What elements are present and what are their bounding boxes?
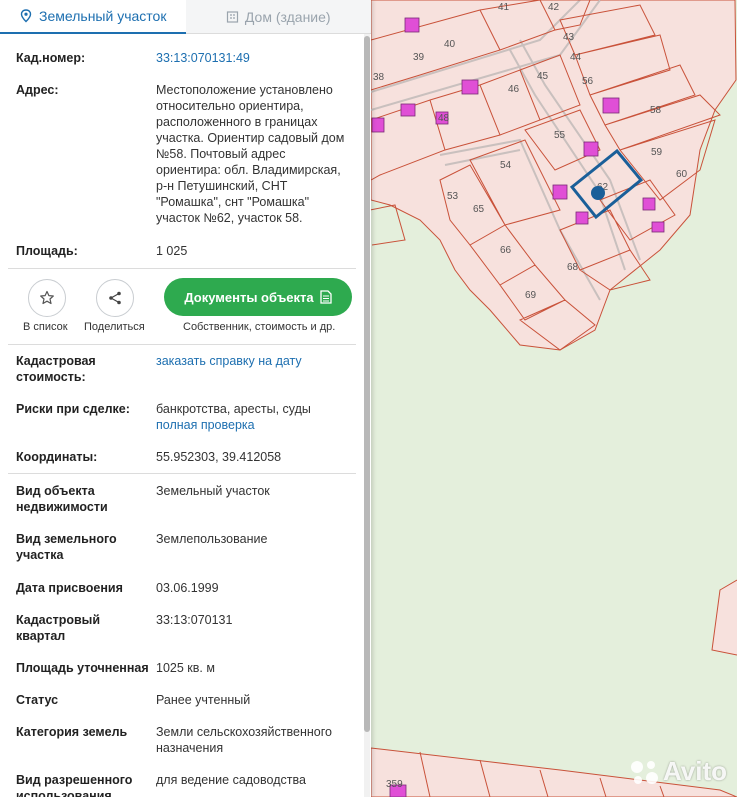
svg-text:43: 43 — [563, 32, 575, 43]
svg-text:44: 44 — [570, 52, 582, 63]
svg-text:54: 54 — [500, 160, 512, 171]
field-object-type: Вид объекта недвижимости Земельный участ… — [16, 483, 356, 515]
category-value: Земли сельскохозяйственного назначения — [156, 725, 332, 755]
star-icon — [40, 290, 54, 305]
divider — [8, 473, 356, 474]
divider — [8, 344, 356, 345]
field-address: Адрес: Местоположение установлено относи… — [16, 82, 356, 226]
add-to-list-label: В список — [23, 321, 68, 333]
svg-text:45: 45 — [537, 71, 549, 82]
avito-watermark: Avito — [629, 756, 727, 787]
location-marker-icon — [591, 186, 605, 200]
svg-text:46: 46 — [508, 84, 520, 95]
share-icon — [109, 291, 121, 305]
field-label: Вид объекта недвижимости — [16, 484, 108, 514]
field-label: Вид земельного участка — [16, 532, 117, 562]
document-icon — [320, 290, 332, 304]
svg-text:55: 55 — [554, 130, 566, 141]
tab-land-plot[interactable]: Земельный участок — [0, 0, 186, 34]
info-panel: Земельный участок Дом (здание) Кад.номер… — [0, 0, 371, 797]
field-land-type: Вид земельного участка Землепользование — [16, 531, 356, 563]
svg-text:69: 69 — [525, 290, 537, 301]
field-label: Дата присвоения — [16, 581, 123, 595]
svg-text:59: 59 — [651, 147, 663, 158]
field-label: Риски при сделке: — [16, 402, 130, 416]
svg-text:65: 65 — [473, 204, 485, 215]
field-risks: Риски при сделке: банкротства, аресты, с… — [16, 401, 356, 433]
field-label: Адрес: — [16, 83, 59, 97]
field-label: Статус — [16, 693, 59, 707]
field-label: Координаты: — [16, 450, 98, 464]
scrollbar-thumb[interactable] — [364, 36, 370, 732]
svg-text:40: 40 — [444, 39, 456, 50]
field-area-refined: Площадь уточненная 1025 кв. м — [16, 660, 356, 676]
field-area: Площадь: 1 025 — [16, 243, 356, 259]
avito-logo-icon — [631, 760, 658, 784]
svg-text:48: 48 — [438, 113, 450, 124]
field-label: Площадь: — [16, 244, 78, 258]
field-assign-date: Дата присвоения 03.06.1999 — [16, 580, 356, 596]
svg-text:68: 68 — [567, 262, 579, 273]
field-label: Кадастровая стоимость: — [16, 354, 96, 384]
cad-number-link[interactable]: 33:13:070131:49 — [156, 50, 356, 66]
map-pin-icon — [20, 9, 32, 23]
documents-subtitle: Собственник, стоимость и др. — [183, 321, 336, 333]
svg-text:66: 66 — [500, 245, 512, 256]
svg-text:56: 56 — [582, 76, 594, 87]
address-value: Местоположение установлено относительно … — [156, 83, 345, 225]
coordinates-value: 55.952303, 39.412058 — [156, 450, 282, 464]
field-cad-cost: Кадастровая стоимость: заказать справку … — [16, 353, 356, 385]
field-label: Кад.номер: — [16, 51, 86, 65]
field-status: Статус Ранее учтенный — [16, 692, 356, 708]
order-certificate-link[interactable]: заказать справку на дату — [156, 353, 356, 385]
svg-text:58: 58 — [650, 105, 662, 116]
tab-house[interactable]: Дом (здание) — [185, 0, 371, 33]
svg-text:60: 60 — [676, 169, 688, 180]
field-label: Категория земель — [16, 725, 128, 739]
documents-button[interactable]: Документы объекта — [164, 278, 352, 316]
field-label: Вид разрешенного использования — [16, 773, 133, 797]
tab-land-plot-label: Земельный участок — [39, 8, 167, 24]
share-label: Поделиться — [84, 321, 145, 333]
permitted-use-value: для ведение садоводства — [156, 773, 306, 787]
action-bar: В список Поделиться Документы объекта Со… — [8, 269, 356, 343]
building-icon — [226, 11, 239, 23]
svg-text:39: 39 — [413, 52, 425, 63]
land-type-value: Землепользование — [156, 532, 268, 546]
documents-button-label: Документы объекта — [184, 289, 314, 305]
add-to-list-button[interactable] — [28, 279, 66, 317]
area-value: 1 025 — [156, 244, 188, 258]
share-button[interactable] — [96, 279, 134, 317]
field-label: Площадь уточненная — [16, 661, 149, 675]
svg-text:42: 42 — [548, 2, 560, 13]
quarter-value: 33:13:070131 — [156, 613, 233, 627]
svg-text:38: 38 — [373, 72, 385, 83]
svg-text:53: 53 — [447, 191, 459, 202]
field-permitted-use: Вид разрешенного использования для веден… — [16, 772, 356, 797]
field-cad-number: Кад.номер: 33:13:070131:49 — [16, 50, 356, 66]
avito-wordmark: Avito — [663, 756, 728, 786]
area-refined-value: 1025 кв. м — [156, 661, 215, 675]
tab-house-label: Дом (здание) — [244, 8, 331, 25]
svg-text:41: 41 — [498, 2, 510, 13]
field-coordinates: Координаты: 55.952303, 39.412058 — [16, 449, 356, 465]
svg-text:359: 359 — [386, 779, 403, 790]
assign-date-value: 03.06.1999 — [156, 581, 219, 595]
status-value: Ранее учтенный — [156, 693, 251, 707]
field-label: Кадастровый квартал — [16, 613, 101, 643]
tab-bar: Земельный участок Дом (здание) — [0, 0, 371, 34]
object-type-value: Земельный участок — [156, 484, 270, 498]
field-category: Категория земель Земли сельскохозяйствен… — [16, 724, 356, 756]
field-quarter: Кадастровый квартал 33:13:070131 — [16, 612, 356, 644]
full-check-link[interactable]: полная проверка — [156, 417, 356, 433]
risks-value: банкротства, аресты, суды — [156, 402, 311, 416]
